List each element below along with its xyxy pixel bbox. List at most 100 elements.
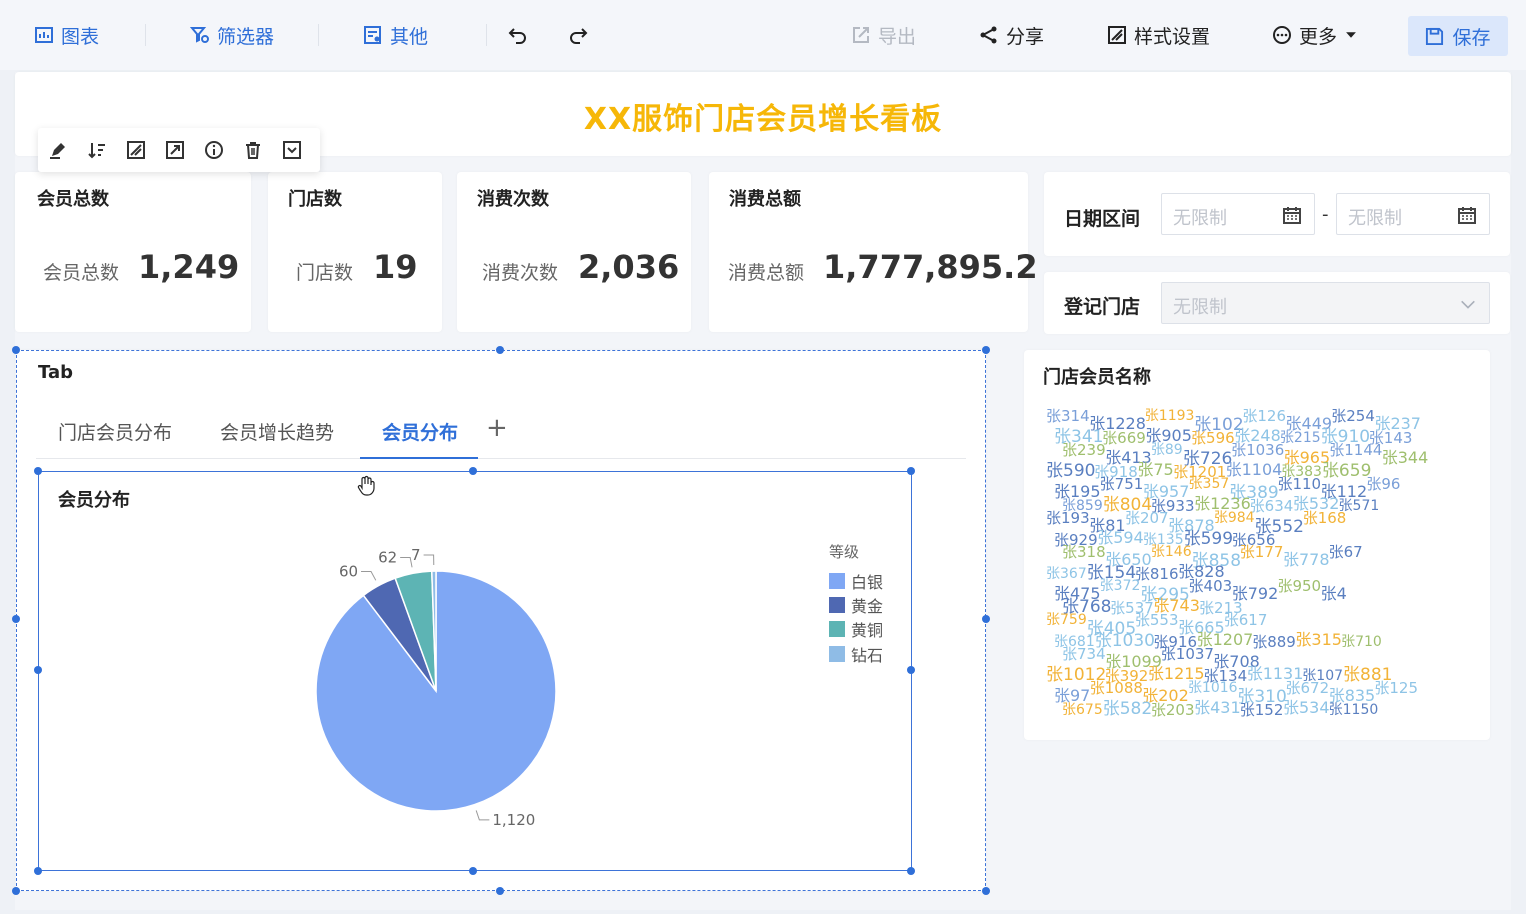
wordcloud-word[interactable]: 张152 <box>1240 699 1284 720</box>
resize-handle[interactable] <box>34 467 42 475</box>
kpi-title: 消费次数 <box>477 189 549 210</box>
wordcloud-word[interactable]: 张96 <box>1366 473 1400 494</box>
resize-handle[interactable] <box>982 615 990 623</box>
resize-handle[interactable] <box>907 666 915 674</box>
wordcloud-word[interactable]: 张125 <box>1374 677 1418 698</box>
export-button-label: 导出 <box>878 25 917 48</box>
info-icon <box>204 141 223 159</box>
wordcloud-word[interactable]: 张1150 <box>1329 699 1379 719</box>
style-settings-button[interactable]: 样式设置 <box>1107 0 1210 70</box>
legend-label: 黄金 <box>851 597 884 616</box>
legend-swatch <box>829 646 845 662</box>
legend-item[interactable]: 白银 <box>829 569 883 593</box>
wordcloud-word[interactable]: 张534 <box>1283 694 1330 718</box>
wordcloud-word[interactable]: 张193 <box>1046 507 1090 528</box>
member-distribution-pie[interactable]: 1,120 60 62 7 <box>300 540 580 840</box>
collapse-button[interactable] <box>272 128 311 172</box>
other-button[interactable]: 其他 <box>363 0 428 70</box>
undo-button[interactable] <box>508 0 528 70</box>
resize-handle[interactable] <box>907 867 915 875</box>
resize-handle[interactable] <box>496 887 504 895</box>
save-button[interactable]: 保存 <box>1408 16 1508 56</box>
kpi-value: 2,036 <box>578 248 680 286</box>
legend-item[interactable]: 黄铜 <box>829 617 883 641</box>
resize-handle[interactable] <box>907 467 915 475</box>
sort-button[interactable] <box>77 128 116 172</box>
resize-handle[interactable] <box>34 666 42 674</box>
style-button[interactable] <box>116 128 155 172</box>
legend-swatch <box>829 597 845 613</box>
wordcloud-word[interactable]: 张168 <box>1303 507 1347 528</box>
store-filter-label: 登记门店 <box>1064 296 1141 318</box>
legend-item[interactable]: 钻石 <box>829 642 883 666</box>
caret-down-icon <box>1346 32 1356 38</box>
export-button[interactable]: 导出 <box>851 0 916 70</box>
wordcloud-word[interactable]: 张710 <box>1341 631 1382 651</box>
other-component-icon <box>364 26 381 44</box>
store-select[interactable]: 无限制 <box>1161 282 1490 324</box>
edit-pen-icon <box>49 143 65 159</box>
more-button-label: 更多 <box>1299 25 1338 48</box>
wordcloud-word[interactable]: 张778 <box>1283 546 1330 570</box>
more-button[interactable]: 更多 <box>1272 0 1358 70</box>
wordcloud-word[interactable]: 张675 <box>1062 699 1103 719</box>
resize-handle[interactable] <box>34 867 42 875</box>
member-name-wordcloud[interactable]: 张314 张1228 张1193 张102 张126 张449 张254 张237 张341 张6… <box>1040 405 1480 725</box>
kpi-title: 门店数 <box>288 189 342 210</box>
top-toolbar: 图表 筛选器 其他 导出 分享 样式设置 更多 保存 <box>0 0 1526 70</box>
save-button-label: 保存 <box>1452 26 1491 49</box>
kpi-label: 消费次数 <box>482 262 559 284</box>
redo-button[interactable] <box>568 0 588 70</box>
pie-label-leader <box>423 554 435 566</box>
chart-button[interactable]: 图表 <box>34 0 99 70</box>
kpi-title: 会员总数 <box>37 189 109 210</box>
resize-handle[interactable] <box>469 467 477 475</box>
kpi-value: 1,249 <box>138 248 240 286</box>
more-icon <box>1273 26 1291 44</box>
wordcloud-word[interactable]: 张315 <box>1295 626 1342 650</box>
wordcloud-word[interactable]: 张431 <box>1194 694 1241 718</box>
resize-handle[interactable] <box>982 346 990 354</box>
filter-button[interactable]: 筛选器 <box>190 0 274 70</box>
pie-label-leader <box>475 810 490 821</box>
resize-handle[interactable] <box>12 346 20 354</box>
wordcloud-word[interactable]: 张67 <box>1329 541 1363 562</box>
resize-handle[interactable] <box>982 887 990 895</box>
wordcloud-word[interactable]: 张759 <box>1046 609 1087 629</box>
date-range-separator: - <box>1322 204 1329 225</box>
style-settings-icon <box>1108 26 1126 44</box>
expand-button[interactable] <box>155 128 194 172</box>
wordcloud-word[interactable]: 张1104 <box>1226 456 1283 480</box>
resize-handle[interactable] <box>12 615 20 623</box>
resize-handle[interactable] <box>469 867 477 875</box>
edit-button[interactable] <box>38 128 77 172</box>
wordcloud-word[interactable]: 张344 <box>1382 444 1429 468</box>
share-button[interactable]: 分享 <box>979 0 1044 70</box>
wordcloud-title: 门店会员名称 <box>1043 367 1151 388</box>
wordcloud-word[interactable]: 张4 <box>1321 580 1347 604</box>
pie-data-label: 7 <box>411 546 421 564</box>
wordcloud-word[interactable]: 张582 <box>1103 694 1152 719</box>
resize-handle[interactable] <box>496 346 504 354</box>
style-icon <box>126 141 145 159</box>
pie-data-label: 62 <box>378 548 397 566</box>
date-start-placeholder: 无限制 <box>1173 208 1227 229</box>
resize-handle[interactable] <box>12 887 20 895</box>
wordcloud-word[interactable]: 张203 <box>1151 699 1195 720</box>
other-button-label: 其他 <box>390 25 429 48</box>
wordcloud-word[interactable]: 张950 <box>1277 575 1321 596</box>
date-end-input[interactable]: 无限制 <box>1336 193 1490 235</box>
legend-item[interactable]: 黄金 <box>829 593 883 617</box>
trash-icon <box>245 142 260 159</box>
wordcloud-word[interactable]: 张177 <box>1240 541 1284 562</box>
kpi-label: 门店数 <box>296 262 354 284</box>
legend-label: 白银 <box>851 573 884 592</box>
store-select-placeholder: 无限制 <box>1173 297 1227 318</box>
dropdown-box-icon <box>282 141 301 159</box>
delete-button[interactable] <box>233 128 272 172</box>
pie-data-label: 60 <box>339 563 358 581</box>
date-start-input[interactable]: 无限制 <box>1161 193 1315 235</box>
info-button[interactable] <box>194 128 233 172</box>
filter-icon <box>190 27 209 43</box>
date-filter-label: 日期区间 <box>1064 208 1141 230</box>
